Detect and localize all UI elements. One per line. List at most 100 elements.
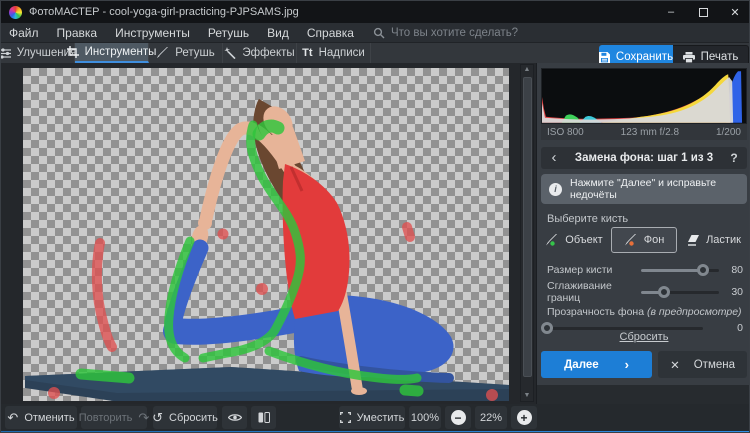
menu-bar: Файл Правка Инструменты Ретушь Вид Справ… [1, 23, 749, 43]
tab-label: Ретушь [175, 47, 215, 59]
right-panel: ISO 800 123 mm f/2.8 1/200 ‹ Замена фона… [537, 63, 749, 431]
redo-icon: ↷ [138, 410, 150, 425]
tab-tools[interactable]: Инструменты [66, 43, 156, 63]
lens-value: 123 mm f/2.8 [620, 126, 680, 138]
scroll-down-icon[interactable]: ▼ [521, 391, 533, 401]
brush-section-label: Выберите кисть [547, 213, 629, 225]
menu-retouch[interactable]: Ретушь [199, 26, 258, 40]
search-placeholder: Что вы хотите сделать? [390, 26, 519, 39]
window-title: ФотоМАСТЕР - cool-yoga-girl-practicing-P… [29, 6, 299, 18]
undo-icon: ↶ [7, 410, 19, 425]
info-text: Нажмите "Далее" и исправьте недочёты [570, 177, 717, 201]
before-after-button[interactable] [251, 406, 276, 429]
tab-retouch[interactable]: Ретушь [149, 43, 223, 63]
brush-buttons: Объект Фон Ластик [541, 227, 747, 253]
search-field[interactable]: Что вы хотите сделать? [373, 27, 518, 39]
canvas-area: ▲ ▼ [1, 63, 536, 404]
bottom-toolbar: ↶ Отменить Повторить ↷ ↺ Сбросить Умести… [1, 404, 749, 431]
undo-button[interactable]: ↶ Отменить [5, 406, 77, 429]
edge-smoothing-value: 30 [731, 286, 743, 298]
menu-help[interactable]: Справка [298, 26, 363, 40]
scrollbar-thumb[interactable] [523, 77, 532, 377]
zoom-100-button[interactable]: 100% [409, 406, 441, 429]
bg-opacity-label-row: Прозрачность фона (в предпросмотре) [547, 305, 743, 319]
edge-smoothing-label: Сглаживание границ [547, 280, 612, 304]
scroll-up-icon[interactable]: ▲ [521, 65, 533, 75]
info-message: i Нажмите "Далее" и исправьте недочёты [541, 174, 747, 204]
compare-icon [258, 412, 270, 423]
cancel-button[interactable]: ✕ Отмена [658, 351, 747, 378]
menu-tools[interactable]: Инструменты [106, 26, 199, 40]
edge-smoothing-row: Сглаживание границ 30 [547, 280, 743, 304]
tab-captions[interactable]: Tt Надписи [297, 43, 371, 63]
window-controls: – ✕ [655, 1, 749, 23]
brush-label: Объект [565, 234, 603, 246]
search-icon [373, 27, 385, 39]
tab-effects[interactable]: Эффекты [223, 43, 297, 63]
edge-smoothing-slider[interactable] [641, 285, 719, 299]
back-icon[interactable]: ‹ [541, 148, 567, 168]
zoom-in-button[interactable]: + [511, 406, 537, 429]
eraser-icon [687, 234, 700, 246]
help-icon[interactable]: ? [721, 151, 747, 165]
tab-enhancements[interactable]: Улучшения [1, 43, 76, 63]
canvas-scrollbar[interactable]: ▲ ▼ [520, 64, 534, 402]
iso-value: ISO 800 [547, 126, 584, 138]
text-tool-icon: Tt [302, 47, 313, 59]
yoga-photo-scene [25, 99, 509, 401]
floppy-icon [598, 51, 610, 63]
photo-canvas[interactable] [23, 68, 509, 401]
brush-label: Ластик [706, 234, 741, 246]
tab-label: Надписи [318, 47, 365, 59]
app-window: ФотоМАСТЕР - cool-yoga-girl-practicing-P… [0, 0, 750, 433]
photo-yoga-girl [163, 99, 454, 395]
slider-thumb[interactable] [697, 264, 710, 276]
brush-size-label: Размер кисти [547, 264, 613, 276]
reset-button[interactable]: ↺ Сбросить [152, 406, 218, 429]
reset-icon: ↺ [152, 410, 163, 425]
brush-object-button[interactable]: Объект [541, 227, 607, 253]
magic-wand-icon [224, 47, 236, 59]
menu-file[interactable]: Файл [1, 26, 48, 40]
brush-label: Фон [643, 234, 665, 246]
zoom-level: 22% [475, 406, 507, 429]
maximize-icon [698, 7, 708, 17]
menu-edit[interactable]: Правка [48, 26, 107, 40]
info-icon: i [549, 182, 562, 196]
next-label: Далее [564, 358, 599, 371]
close-icon: ✕ [670, 359, 680, 372]
redo-button[interactable]: Повторить ↷ [79, 406, 150, 429]
menu-view[interactable]: Вид [258, 26, 298, 40]
step-title: Замена фона: шаг 1 из 3 [574, 152, 714, 164]
app-logo-icon [9, 5, 22, 19]
wizard-buttons: Далее › ✕ Отмена [541, 351, 747, 378]
brush-background-button[interactable]: Фон [611, 227, 677, 253]
eye-icon [227, 413, 242, 422]
slider-thumb[interactable] [658, 286, 671, 298]
reset-brushes-link[interactable]: Сбросить [537, 331, 749, 343]
zoom-out-button[interactable]: − [445, 406, 471, 429]
save-label: Сохранить [615, 51, 674, 63]
print-label: Печать [700, 51, 739, 63]
brush-size-row: Размер кисти 80 [547, 263, 743, 277]
minimize-button[interactable]: – [655, 1, 687, 23]
preview-original-button[interactable] [222, 406, 247, 429]
fit-to-screen-button[interactable]: Уместить [339, 406, 405, 429]
zoom-level-value: 22% [479, 411, 503, 424]
bg-opacity-label: Прозрачность фона (в предпросмотре) [547, 306, 742, 318]
brush-icon [156, 47, 169, 59]
maximize-button[interactable] [687, 1, 719, 23]
tab-label: Эффекты [242, 47, 295, 59]
step-header: ‹ Замена фона: шаг 1 из 3 ? [541, 147, 747, 169]
next-step-button[interactable]: Далее › [541, 351, 653, 378]
exif-row: ISO 800 123 mm f/2.8 1/200 [541, 124, 747, 140]
fit-label: Уместить [356, 411, 405, 424]
minus-icon: − [450, 410, 466, 425]
printer-icon [682, 51, 695, 63]
brush-size-slider[interactable] [641, 263, 719, 277]
sliders-icon [1, 47, 11, 59]
histogram [541, 68, 747, 124]
close-button[interactable]: ✕ [719, 1, 749, 23]
brush-green-icon [545, 234, 559, 246]
brush-eraser-button[interactable]: Ластик [681, 227, 747, 253]
